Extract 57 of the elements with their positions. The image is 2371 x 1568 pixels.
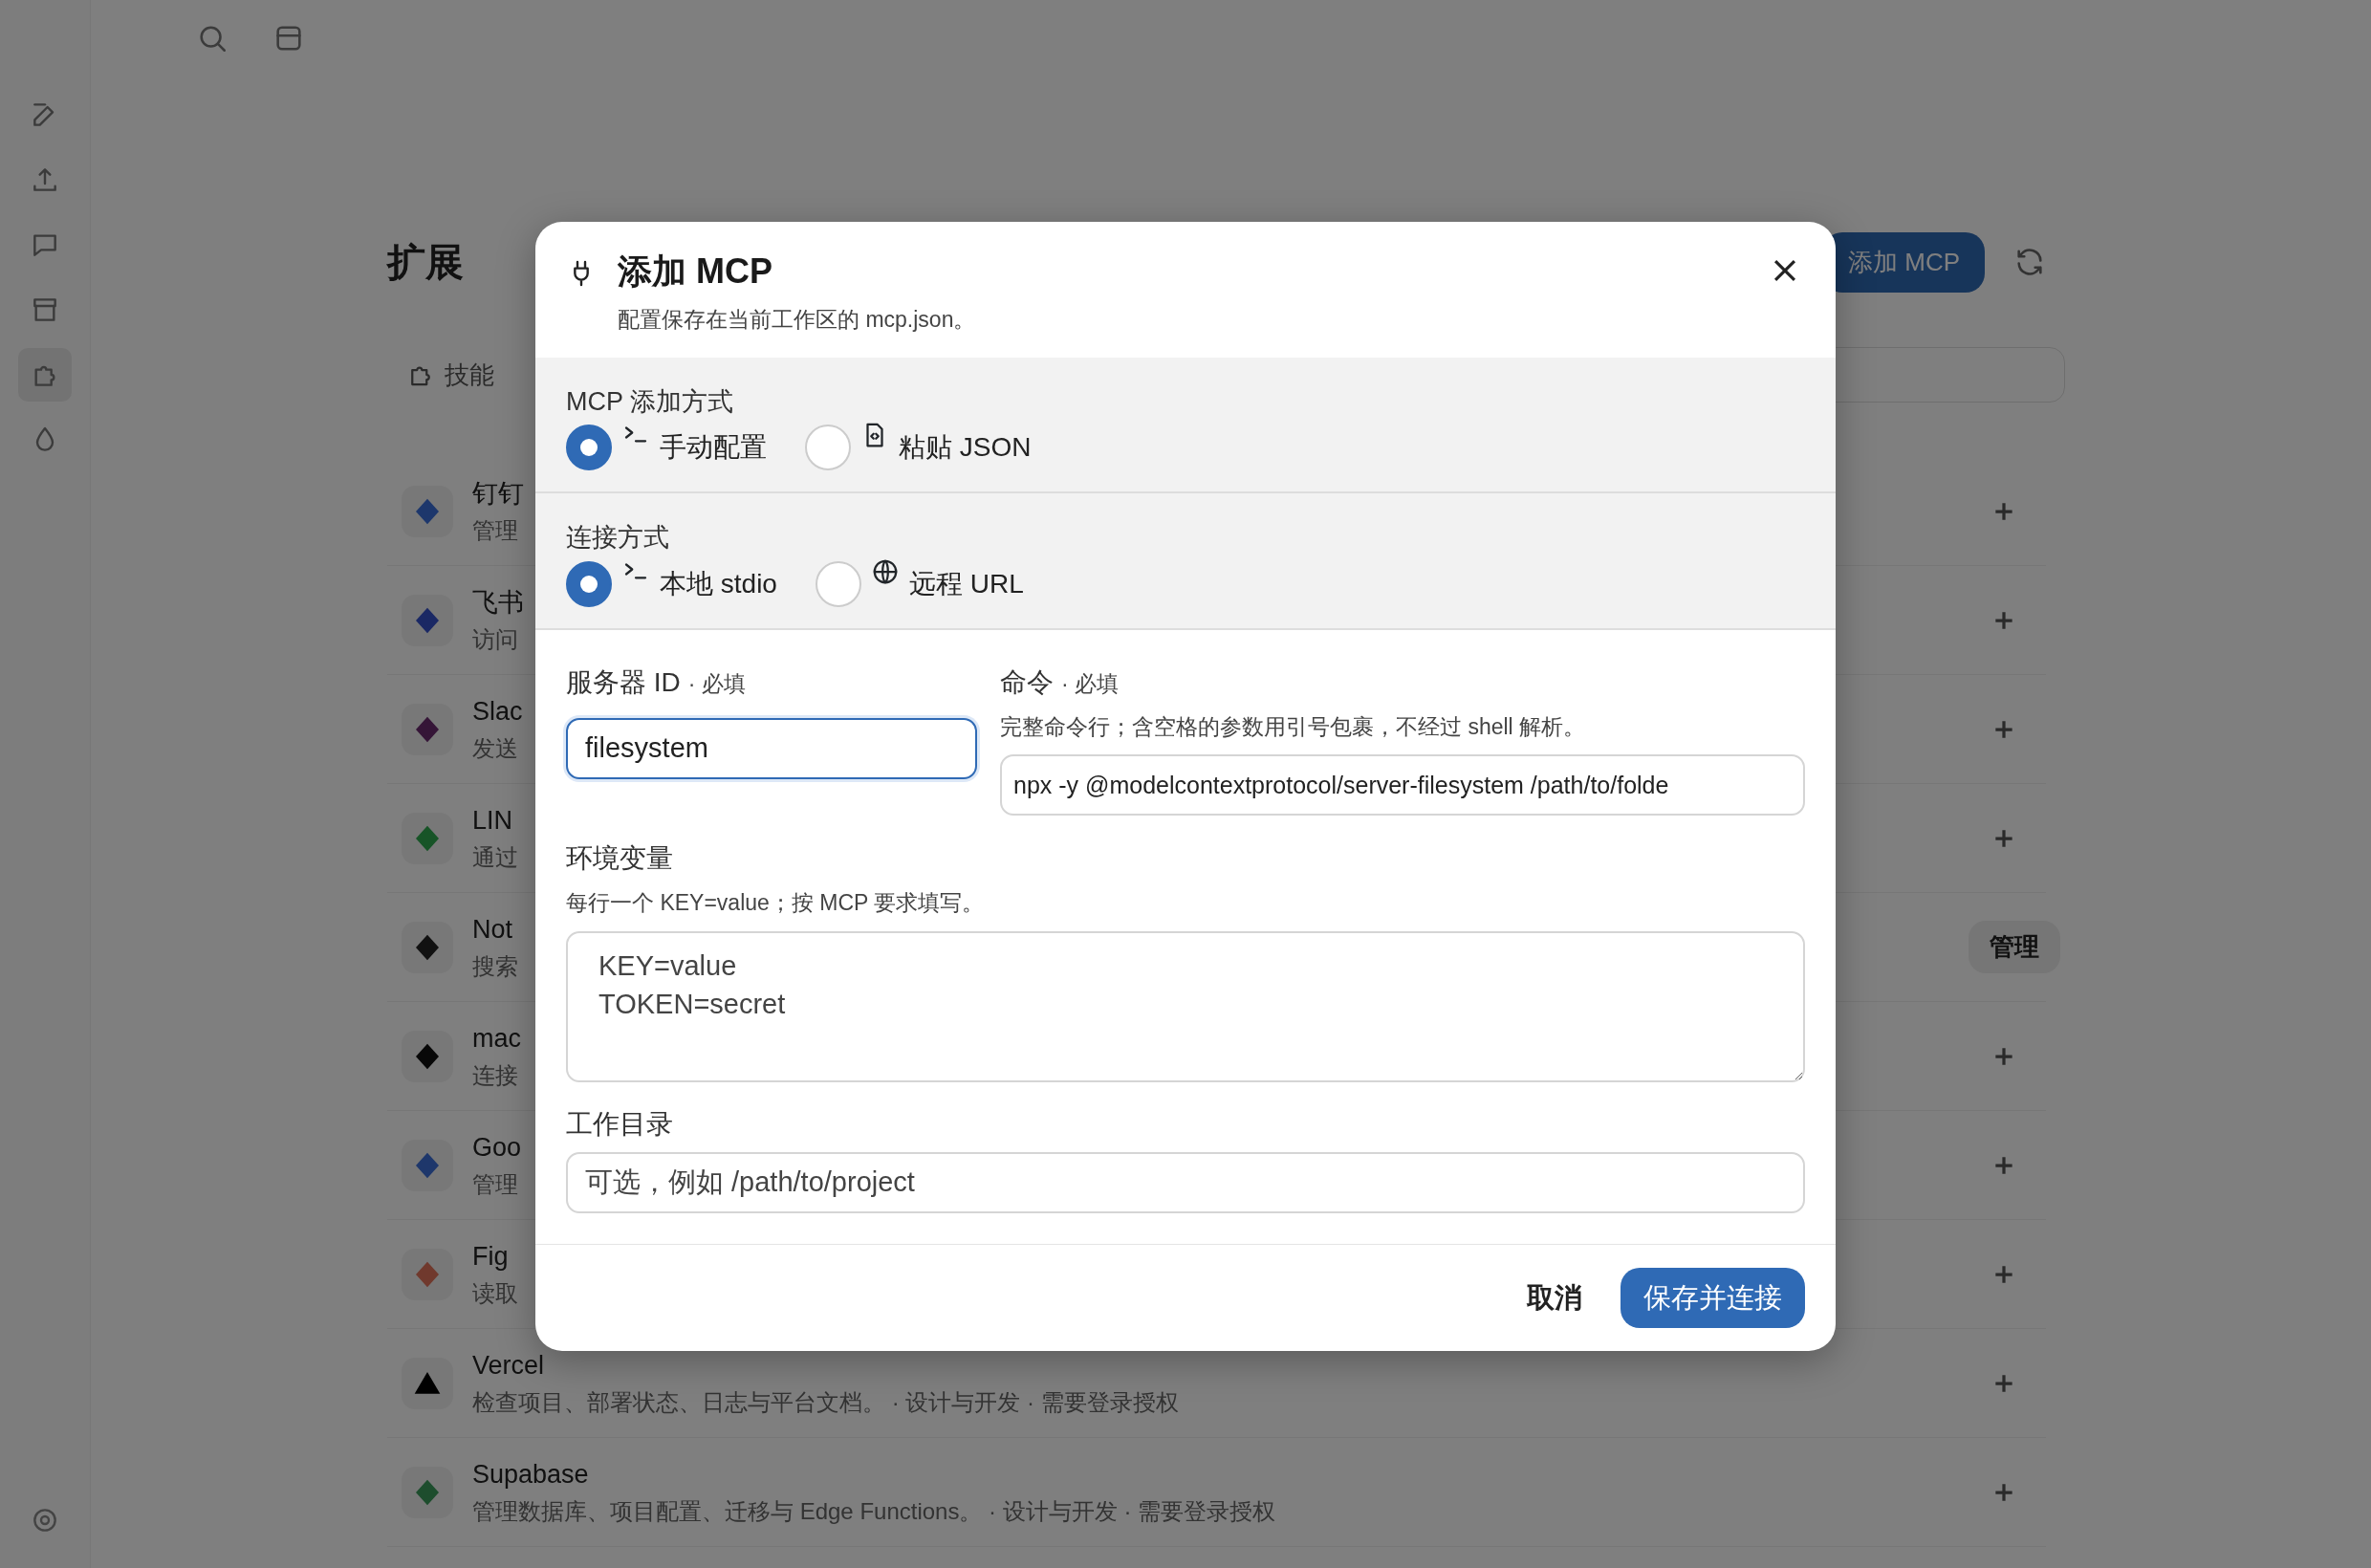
app-name: mac [472,1023,521,1056]
radio-button[interactable] [566,425,612,471]
app-name: 钉钉 [472,478,524,511]
field-label: 服务器 ID [566,666,681,697]
app-description: 访问 [472,624,519,654]
app-icon [402,1466,453,1518]
app-description: 检查项目、部署状态、日志与平台文档。 · 设计与开发 · 需要登录授权 [472,1387,1179,1417]
app-name: LIN [472,805,514,838]
app-name: Supabase [472,1459,590,1492]
option-label[interactable]: 本地 stdio [660,563,777,604]
app-icon [402,1030,453,1082]
app-name: Vercel [472,1350,546,1383]
option-label[interactable]: 粘贴 JSON [899,427,1032,468]
required-note: · 必填 [687,670,746,696]
app-name: 飞书 [472,587,524,620]
radio-button[interactable] [566,560,612,607]
app-icon [402,703,453,755]
dialog-subtitle: 配置保存在当前工作区的 mcp.json。 [618,306,976,335]
app-name: Fig [472,1241,510,1274]
app-icon [402,1357,453,1409]
dialog-title: 添加 MCP [618,250,773,293]
input-field[interactable]: filesystem [566,717,977,779]
app-icon [402,921,453,973]
app-name: Slac [472,696,523,729]
option-label[interactable]: 远程 URL [908,563,1024,604]
app-description: 搜索 [472,951,518,981]
app-description: 连接 [472,1060,519,1090]
help-text: 完整命令行；含空格的参数用引号包裹，不经过 shell 解析。 [1000,712,1587,741]
input-field[interactable]: 可选，例如 /path/to/project [566,1151,1805,1213]
field-label: 工作目录 [566,1108,673,1139]
app-icon [402,812,453,864]
app-description: 管理数据库、项目配置、迁移与 Edge Functions。 · 设计与开发 · 需要登录授权 [472,1496,1276,1526]
app-icon [402,594,453,646]
app-name: Not [472,914,514,947]
app-icon [402,1248,453,1300]
group-label: MCP 添加方式 [566,385,734,418]
field-label: 环境变量 [566,843,673,874]
app-description: 管理 [472,515,519,545]
text-area[interactable]: KEY=value TOKEN=secret [566,930,1805,1082]
manage-button[interactable]: 管理 [1969,921,2060,973]
app-icon [402,1139,453,1191]
page-title: 扩展 [387,240,464,285]
app-description: 通过 [472,842,518,872]
app-description: 发送 [472,733,519,763]
app-name: Goo [472,1132,522,1165]
group-label: 连接方式 [566,522,670,555]
field-label: 命令 [1000,666,1054,697]
required-note: · 必填 [1061,670,1120,696]
skills-tab[interactable]: 技能 [387,356,513,394]
app-icon [402,485,453,537]
option-label[interactable]: 手动配置 [660,427,767,468]
save-button[interactable]: 保存并连接 [1621,1267,1805,1329]
help-text: 每行一个 KEY=value；按 MCP 要求填写。 [566,889,986,918]
cancel-button[interactable]: 取消 [1513,1267,1596,1329]
app-description: 管理 [472,1169,519,1199]
app-description: 读取 [472,1278,518,1308]
input-field[interactable]: npx -y @modelcontextprotocol/server-filesystem /path/to/folde [1000,754,1805,817]
